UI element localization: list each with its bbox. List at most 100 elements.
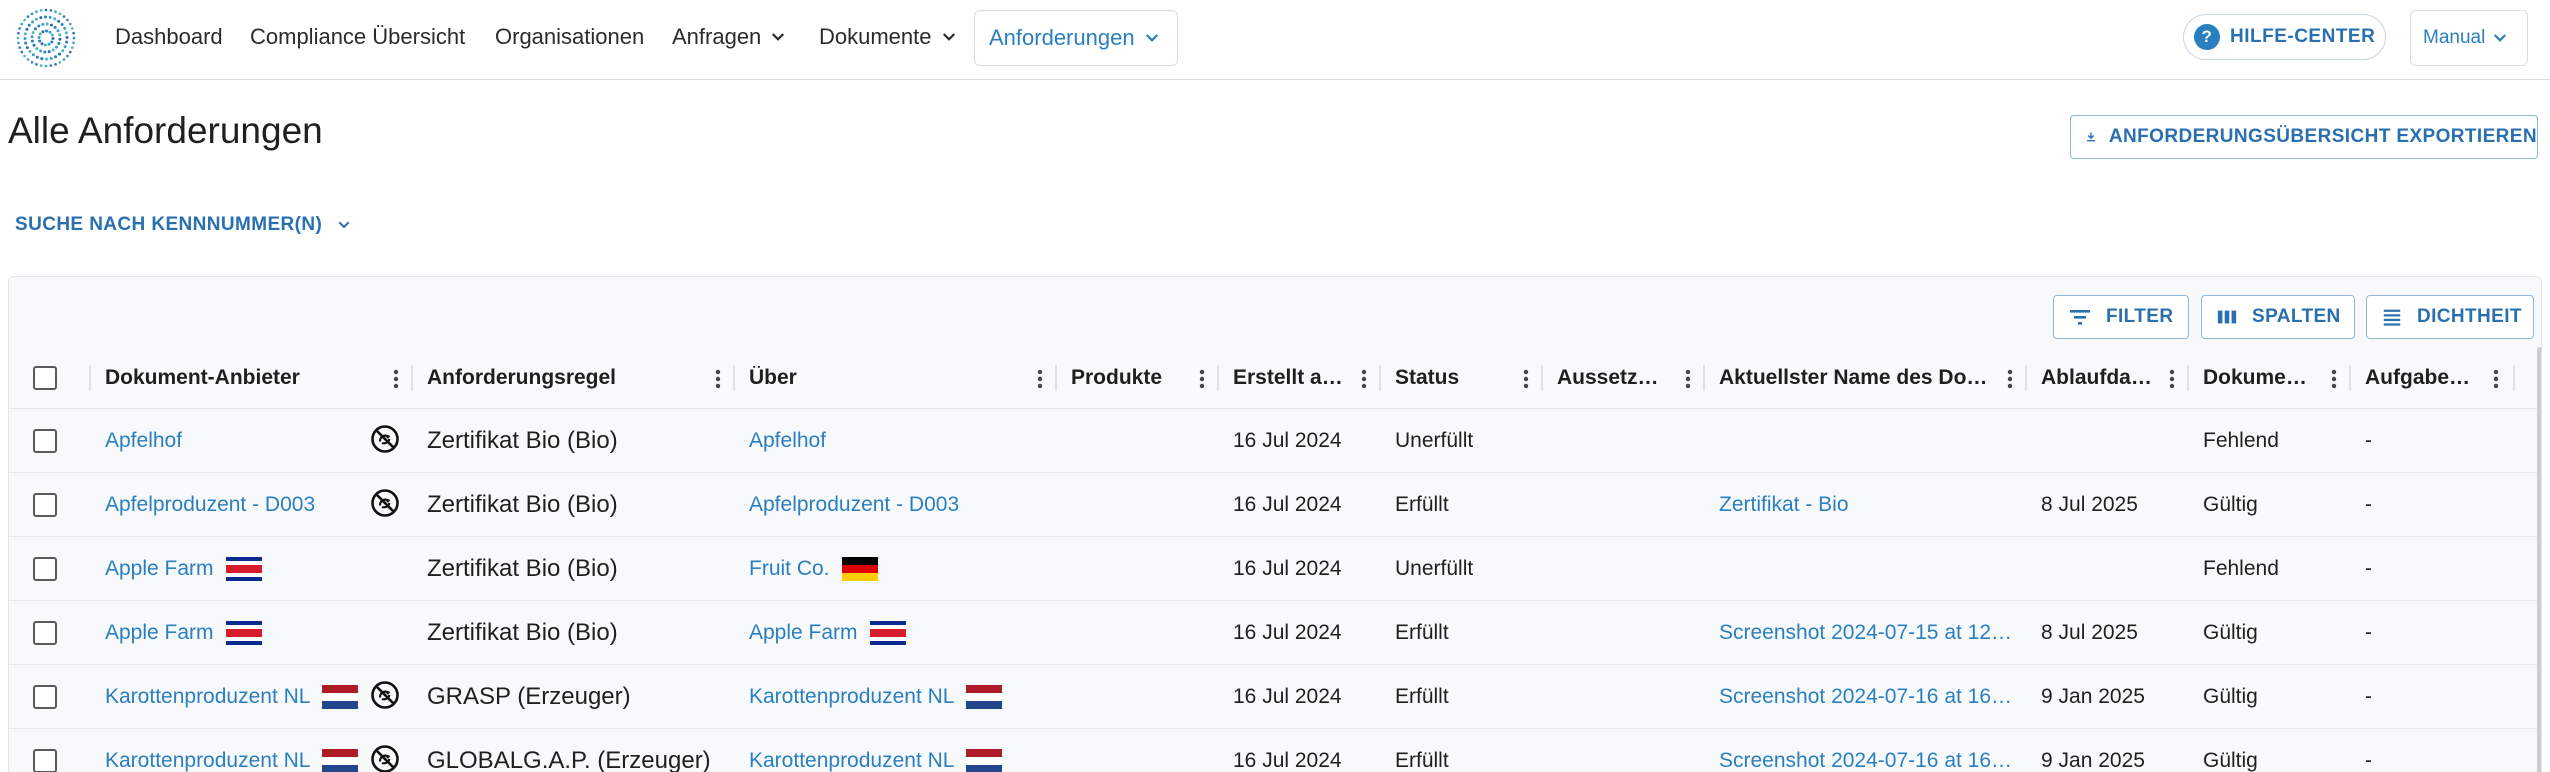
column-menu-icon[interactable]: [715, 369, 721, 389]
nav-dashboard[interactable]: Dashboard: [115, 0, 223, 74]
column-separator[interactable]: [2025, 365, 2027, 391]
help-center-button[interactable]: ? HILFE-CENTER: [2183, 14, 2386, 60]
cell-about-text[interactable]: Apple Farm: [749, 621, 858, 645]
cell-provider[interactable]: Apple Farm: [105, 601, 413, 665]
row-select-checkbox[interactable]: [33, 429, 57, 453]
cell-about-text[interactable]: Apfelhof: [749, 429, 826, 453]
flag-de-icon: [841, 557, 878, 581]
column-header[interactable]: Über: [749, 347, 1057, 409]
column-separator[interactable]: [1217, 365, 1219, 391]
cell-docname[interactable]: Screenshot 2024-07-16 at 16.…: [1719, 729, 2027, 772]
flag-nl-icon: [966, 749, 1003, 772]
column-separator[interactable]: [2349, 365, 2351, 391]
nav-organisationen[interactable]: Organisationen: [495, 0, 644, 74]
row-select-checkbox[interactable]: [33, 557, 57, 581]
cell-docname-text[interactable]: Screenshot 2024-07-16 at 16.…: [1719, 749, 2013, 772]
cell-about-text[interactable]: Karottenproduzent NL: [749, 749, 954, 772]
select-all-checkbox[interactable]: [33, 366, 57, 390]
table-row[interactable]: Karottenproduzent NL GRASP (Erzeuger) Karo…: [9, 665, 2541, 729]
cell-about[interactable]: Apfelproduzent - D003: [749, 473, 1057, 537]
column-header[interactable]: Dokume…: [2203, 347, 2351, 409]
column-separator[interactable]: [411, 365, 413, 391]
table-row[interactable]: Apple Farm Zertifikat Bio (Bio) Apple Farm…: [9, 601, 2541, 665]
column-separator[interactable]: [1379, 365, 1381, 391]
cell-provider[interactable]: Apfelproduzent - D003: [105, 473, 413, 537]
column-separator[interactable]: [1541, 365, 1543, 391]
nav-anforderungen[interactable]: Anforderungen: [974, 10, 1178, 66]
cell-docname-text[interactable]: Zertifikat - Bio: [1719, 493, 1849, 517]
cell-provider[interactable]: Karottenproduzent NL: [105, 729, 413, 772]
nav-compliance[interactable]: Compliance Übersicht: [250, 0, 465, 74]
table-row[interactable]: Karottenproduzent NL GLOBALG.A.P. (Erzeug…: [9, 729, 2541, 772]
cell-provider-text[interactable]: Apple Farm: [105, 557, 214, 581]
cell-provider[interactable]: Karottenproduzent NL: [105, 665, 413, 729]
row-select-checkbox[interactable]: [33, 749, 57, 772]
nav-anfragen[interactable]: Anfragen: [672, 0, 787, 74]
cell-about[interactable]: Karottenproduzent NL: [749, 729, 1057, 772]
column-header[interactable]: Aussetz…: [1557, 347, 1705, 409]
cell-docname[interactable]: Screenshot 2024-07-15 at 12.…: [1719, 601, 2027, 665]
cell-provider[interactable]: Apfelhof: [105, 409, 413, 473]
vertical-scrollbar[interactable]: [2537, 347, 2541, 772]
cell-docstatus: Gültig: [2203, 665, 2351, 729]
column-menu-icon[interactable]: [1523, 369, 1529, 389]
column-menu-icon[interactable]: [2007, 369, 2013, 389]
cell-provider-text[interactable]: Apple Farm: [105, 621, 214, 645]
cell-provider[interactable]: Apple Farm: [105, 537, 413, 601]
cell-about[interactable]: Fruit Co.: [749, 537, 1057, 601]
columns-button[interactable]: SPALTEN: [2201, 295, 2355, 339]
cell-status-text: Erfüllt: [1395, 749, 1449, 772]
cell-docname-text[interactable]: Screenshot 2024-07-15 at 12.…: [1719, 621, 2013, 645]
cell-docname[interactable]: Zertifikat - Bio: [1719, 473, 2027, 537]
cell-about-text[interactable]: Apfelproduzent - D003: [749, 493, 959, 517]
column-separator[interactable]: [1703, 365, 1705, 391]
column-header[interactable]: Produkte: [1071, 347, 1219, 409]
row-select-checkbox[interactable]: [33, 493, 57, 517]
column-separator[interactable]: [2513, 365, 2515, 391]
column-header[interactable]: Erstellt a…: [1233, 347, 1381, 409]
column-menu-icon[interactable]: [2331, 369, 2337, 389]
density-button[interactable]: DICHTHEIT: [2366, 295, 2534, 339]
cell-about-text[interactable]: Karottenproduzent NL: [749, 685, 954, 709]
cell-provider-text[interactable]: Apfelproduzent - D003: [105, 493, 315, 517]
column-header[interactable]: Ablaufda…: [2041, 347, 2189, 409]
cell-provider-text[interactable]: Apfelhof: [105, 429, 182, 453]
cell-provider-text[interactable]: Karottenproduzent NL: [105, 749, 310, 772]
cell-about[interactable]: Apple Farm: [749, 601, 1057, 665]
table-row[interactable]: Apfelhof Zertifikat Bio (Bio) Apfelhof 16 J…: [9, 409, 2541, 473]
cell-docname[interactable]: Screenshot 2024-07-16 at 16.…: [1719, 665, 2027, 729]
column-header[interactable]: Dokument-Anbieter: [105, 347, 413, 409]
nav-dokumente[interactable]: Dokumente: [819, 0, 958, 74]
column-menu-icon[interactable]: [2169, 369, 2175, 389]
page-title: Alle Anforderungen: [8, 110, 323, 151]
filter-button[interactable]: FILTER: [2053, 295, 2189, 339]
row-select-checkbox[interactable]: [33, 685, 57, 709]
cell-docname-text[interactable]: Screenshot 2024-07-16 at 16.…: [1719, 685, 2013, 709]
column-menu-icon[interactable]: [2493, 369, 2499, 389]
cell-about-text[interactable]: Fruit Co.: [749, 557, 830, 581]
column-menu-icon[interactable]: [1685, 369, 1691, 389]
column-menu-icon[interactable]: [1037, 369, 1043, 389]
column-separator[interactable]: [733, 365, 735, 391]
column-header[interactable]: Aufgabe…: [2365, 347, 2513, 409]
column-header-label: Aussetz…: [1557, 366, 1659, 389]
cell-about[interactable]: Karottenproduzent NL: [749, 665, 1057, 729]
column-header[interactable]: Anforderungsregel: [427, 347, 735, 409]
column-menu-icon[interactable]: [1199, 369, 1205, 389]
table-row[interactable]: Apfelproduzent - D003 Zertifikat Bio (Bio…: [9, 473, 2541, 537]
search-by-id-toggle[interactable]: SUCHE NACH KENNNUMMER(N): [15, 214, 352, 236]
column-menu-icon[interactable]: [393, 369, 399, 389]
company-logo-icon[interactable]: [14, 6, 78, 70]
column-separator[interactable]: [1055, 365, 1057, 391]
export-overview-button[interactable]: ANFORDERUNGSÜBERSICHT EXPORTIEREN: [2070, 115, 2538, 159]
column-header[interactable]: Aktuellster Name des Dok…: [1719, 347, 2027, 409]
cell-provider-text[interactable]: Karottenproduzent NL: [105, 685, 310, 709]
table-row[interactable]: Apple Farm Zertifikat Bio (Bio) Fruit Co. 1…: [9, 537, 2541, 601]
column-header[interactable]: Status: [1395, 347, 1543, 409]
column-menu-icon[interactable]: [1361, 369, 1367, 389]
manual-dropdown[interactable]: Manual: [2410, 10, 2528, 66]
column-separator[interactable]: [2187, 365, 2189, 391]
cell-about[interactable]: Apfelhof: [749, 409, 1057, 473]
column-separator[interactable]: [89, 365, 91, 391]
row-select-checkbox[interactable]: [33, 621, 57, 645]
